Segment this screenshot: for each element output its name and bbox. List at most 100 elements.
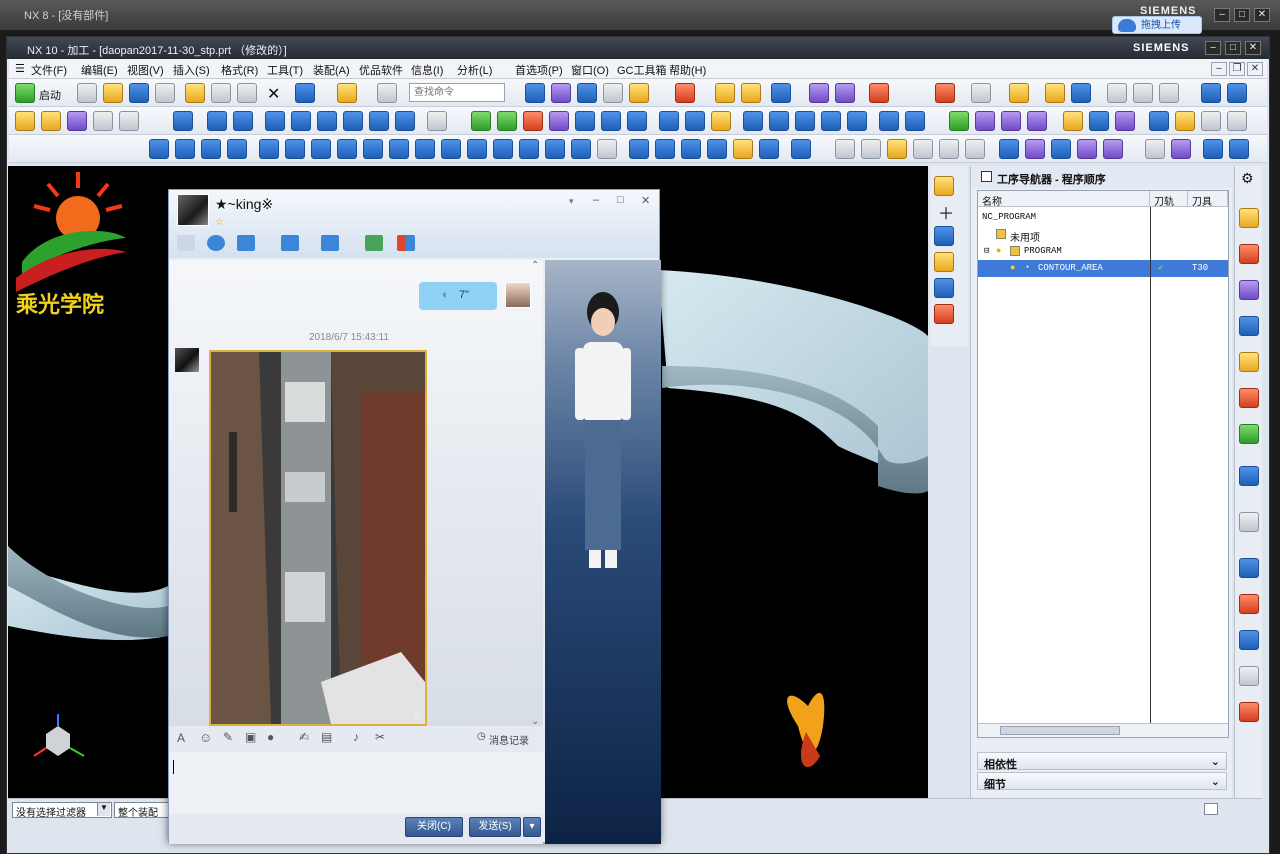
resource-tab-12[interactable] (1239, 666, 1259, 686)
view-triad-icon[interactable] (1071, 83, 1091, 103)
menu-analysis[interactable]: 分析(L) (457, 62, 492, 78)
screen-share-icon[interactable] (237, 235, 255, 251)
mach-icon-4[interactable] (227, 139, 247, 159)
mach-icon-10[interactable] (389, 139, 409, 159)
mach-icon-13[interactable] (467, 139, 487, 159)
drag-upload-button[interactable]: 拖拽上传 (1112, 16, 1202, 34)
open-folder-icon[interactable] (103, 83, 123, 103)
close-icon[interactable]: ✕ (1245, 41, 1261, 55)
zoom-icon[interactable]: ⊕ (413, 711, 421, 722)
resource-tab-6[interactable] (1239, 388, 1259, 408)
resource-tab-7[interactable] (1239, 424, 1259, 444)
res-icon-5[interactable] (934, 304, 954, 324)
selection-scope-select[interactable]: 整个装配 (114, 802, 170, 819)
my-avatar[interactable] (505, 282, 531, 308)
mach-icon-28[interactable] (913, 139, 933, 159)
op-icon-d[interactable] (291, 111, 311, 131)
tool-path-icon[interactable] (675, 83, 695, 103)
menu-info[interactable]: 信息(I) (411, 62, 443, 78)
tool-group-icon[interactable] (551, 83, 571, 103)
cut-icon[interactable] (185, 83, 205, 103)
menu-view[interactable]: 视图(V) (127, 62, 164, 78)
resource-tab-5[interactable] (1239, 352, 1259, 372)
chevron-down-icon[interactable]: ▾ (569, 196, 574, 207)
select-icon[interactable] (1107, 83, 1127, 103)
mach-icon-32[interactable] (1025, 139, 1045, 159)
mach-icon-26[interactable] (861, 139, 881, 159)
doc-minimize-icon[interactable]: – (1211, 62, 1227, 76)
shop-docs-icon[interactable] (835, 83, 855, 103)
resource-tab-9[interactable] (1239, 512, 1259, 532)
op-icon-ae[interactable] (1227, 111, 1247, 131)
op-icon-v[interactable] (975, 111, 995, 131)
edit-section-icon[interactable] (1045, 83, 1065, 103)
minimize-icon[interactable]: – (1205, 41, 1221, 55)
mach-icon-3[interactable] (201, 139, 221, 159)
color-icon[interactable] (523, 111, 543, 131)
column-name[interactable]: 名称 (978, 191, 1150, 208)
op-icon-y[interactable] (1063, 111, 1083, 131)
minimize-icon[interactable]: – (593, 194, 599, 206)
op-icon-z[interactable] (1089, 111, 1109, 131)
maximize-icon[interactable]: □ (1234, 8, 1250, 22)
menu-youpin[interactable]: 优品软件 (359, 62, 403, 78)
op-icon-r[interactable] (821, 111, 841, 131)
analysis-icon[interactable] (869, 83, 889, 103)
undo-icon[interactable] (295, 83, 315, 103)
op-icon-p[interactable] (769, 111, 789, 131)
edit-icon[interactable]: ✍ (299, 730, 309, 744)
res-icon-2[interactable] (934, 226, 954, 246)
replay-path-icon[interactable] (741, 83, 761, 103)
op-icon-aa[interactable] (1115, 111, 1135, 131)
doc-close-icon[interactable]: ✕ (1247, 62, 1263, 76)
fit-view-icon[interactable] (935, 83, 955, 103)
copy-object-icon[interactable] (67, 111, 87, 131)
file-transfer-icon[interactable] (281, 235, 299, 251)
snap-end-icon[interactable] (1227, 83, 1247, 103)
collapse-icon[interactable]: ⊟ (984, 246, 989, 256)
scrollbar-thumb[interactable] (1000, 726, 1120, 735)
op-icon-i[interactable] (575, 111, 595, 131)
apps-grid-icon[interactable] (397, 235, 415, 251)
menu-preferences[interactable]: 首选项(P) (515, 62, 563, 78)
mach-icon-27[interactable] (887, 139, 907, 159)
mach-icon-37[interactable] (1171, 139, 1191, 159)
op-icon-n[interactable] (711, 111, 731, 131)
save-icon[interactable] (129, 83, 149, 103)
collapse-up-icon[interactable]: ⌃ (531, 260, 539, 271)
res-icon-1[interactable] (934, 176, 954, 196)
orient-view-icon[interactable] (971, 83, 991, 103)
copy-icon[interactable] (211, 83, 231, 103)
op-icon-h[interactable] (395, 111, 415, 131)
mach-icon-1[interactable] (149, 139, 169, 159)
mach-icon-2[interactable] (175, 139, 195, 159)
microphone-icon[interactable]: ● (267, 730, 274, 744)
op-icon-ac[interactable] (1175, 111, 1195, 131)
geometry-group-icon[interactable] (577, 83, 597, 103)
font-icon[interactable]: A (177, 731, 185, 745)
res-icon-4[interactable] (934, 278, 954, 298)
resource-tab-2[interactable] (1239, 244, 1259, 264)
close-chat-button[interactable]: 关闭(C) (405, 817, 463, 837)
doc-restore-icon[interactable]: ❐ (1229, 62, 1245, 76)
mach-icon-16[interactable] (545, 139, 565, 159)
op-icon-ad[interactable] (1201, 111, 1221, 131)
start-button-label[interactable]: 启动 (39, 87, 61, 103)
op-icon-s[interactable] (847, 111, 867, 131)
mach-icon-25[interactable] (835, 139, 855, 159)
voice-message-bubble[interactable]: ◖ 7" (419, 282, 497, 310)
op-icon-b[interactable] (233, 111, 253, 131)
op-icon-f[interactable] (343, 111, 363, 131)
render-style-icon[interactable] (1009, 83, 1029, 103)
menu-insert[interactable]: 插入(S) (173, 62, 210, 78)
paste-icon[interactable] (237, 83, 257, 103)
cut-object-icon[interactable] (41, 111, 61, 131)
mach-icon-11[interactable] (415, 139, 435, 159)
move-up-icon[interactable] (471, 111, 491, 131)
printer-icon[interactable] (427, 111, 447, 131)
mach-icon-17[interactable] (571, 139, 591, 159)
op-icon-t[interactable] (879, 111, 899, 131)
op-icon-a[interactable] (207, 111, 227, 131)
start-icon[interactable] (15, 83, 35, 103)
history-clock-icon[interactable] (1239, 558, 1259, 578)
